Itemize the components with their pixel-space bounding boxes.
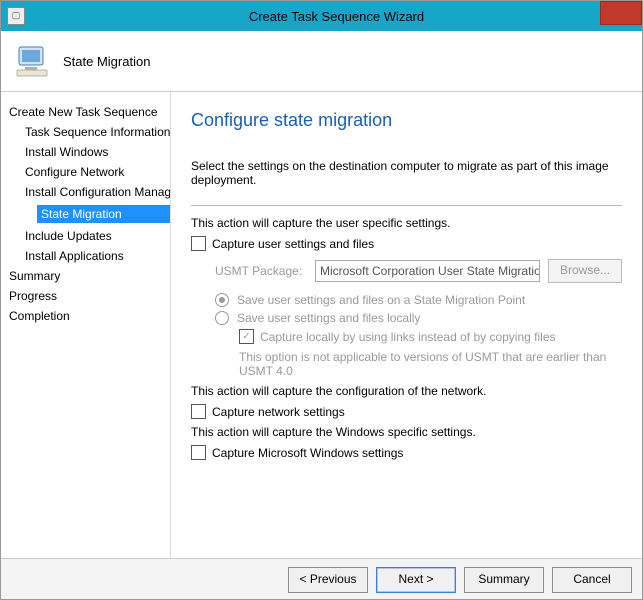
close-button[interactable]: [600, 1, 642, 25]
capture-user-intro: This action will capture the user specif…: [191, 216, 622, 230]
usmt-package-input[interactable]: Microsoft Corporation User State Migrati…: [315, 260, 540, 282]
system-menu-icon[interactable]: ▢: [7, 7, 25, 25]
wizard-body: Create New Task Sequence Task Sequence I…: [1, 92, 642, 558]
content-pane: Configure state migration Select the set…: [171, 92, 642, 558]
tree-item[interactable]: Summary: [9, 266, 170, 286]
tree-item[interactable]: Task Sequence Information: [9, 122, 170, 142]
nav-tree: Create New Task Sequence Task Sequence I…: [1, 92, 171, 558]
tree-item[interactable]: Install Configuration Manager: [9, 182, 170, 202]
capture-links-label: Capture locally by using links instead o…: [260, 330, 556, 344]
separator: [191, 205, 622, 206]
capture-windows-label: Capture Microsoft Windows settings: [212, 446, 403, 460]
save-on-smp-label: Save user settings and files on a State …: [237, 293, 525, 307]
usmt-label: USMT Package:: [215, 264, 315, 278]
save-locally-label: Save user settings and files locally: [237, 311, 420, 325]
capture-windows-checkbox[interactable]: [191, 445, 206, 460]
content-heading: Configure state migration: [191, 110, 622, 131]
summary-button[interactable]: Summary: [464, 567, 544, 593]
window-title: Create Task Sequence Wizard: [31, 9, 642, 24]
capture-user-label: Capture user settings and files: [212, 237, 374, 251]
cancel-button[interactable]: Cancel: [552, 567, 632, 593]
instruction-text: Select the settings on the destination c…: [191, 159, 622, 187]
tree-item[interactable]: Include Updates: [9, 226, 170, 246]
usmt-note: This option is not applicable to version…: [239, 350, 622, 378]
wizard-header: State Migration: [1, 31, 642, 92]
next-button[interactable]: Next >: [376, 567, 456, 593]
tree-item[interactable]: Install Windows: [9, 142, 170, 162]
previous-button[interactable]: < Previous: [288, 567, 368, 593]
browse-button[interactable]: Browse...: [548, 259, 622, 283]
tree-root-item[interactable]: Create New Task Sequence: [9, 102, 170, 122]
capture-links-checkbox[interactable]: ✓: [239, 329, 254, 344]
capture-net-intro: This action will capture the configurati…: [191, 384, 622, 398]
capture-network-checkbox[interactable]: [191, 404, 206, 419]
monitor-icon: [13, 41, 53, 81]
tree-item[interactable]: Completion: [9, 306, 170, 326]
tree-item-label: State Migration: [37, 205, 171, 223]
save-locally-radio[interactable]: [215, 311, 229, 325]
wizard-window: ▢ Create Task Sequence Wizard State Migr…: [0, 0, 643, 600]
wizard-footer: < Previous Next > Summary Cancel: [1, 558, 642, 600]
titlebar: ▢ Create Task Sequence Wizard: [1, 1, 642, 31]
tree-item[interactable]: Configure Network: [9, 162, 170, 182]
page-title: State Migration: [63, 54, 150, 69]
tree-item[interactable]: Install Applications: [9, 246, 170, 266]
tree-item[interactable]: Progress: [9, 286, 170, 306]
capture-win-intro: This action will capture the Windows spe…: [191, 425, 622, 439]
capture-network-label: Capture network settings: [212, 405, 345, 419]
tree-item-selected[interactable]: State Migration: [9, 202, 170, 226]
capture-user-checkbox[interactable]: [191, 236, 206, 251]
save-on-smp-radio[interactable]: [215, 293, 229, 307]
